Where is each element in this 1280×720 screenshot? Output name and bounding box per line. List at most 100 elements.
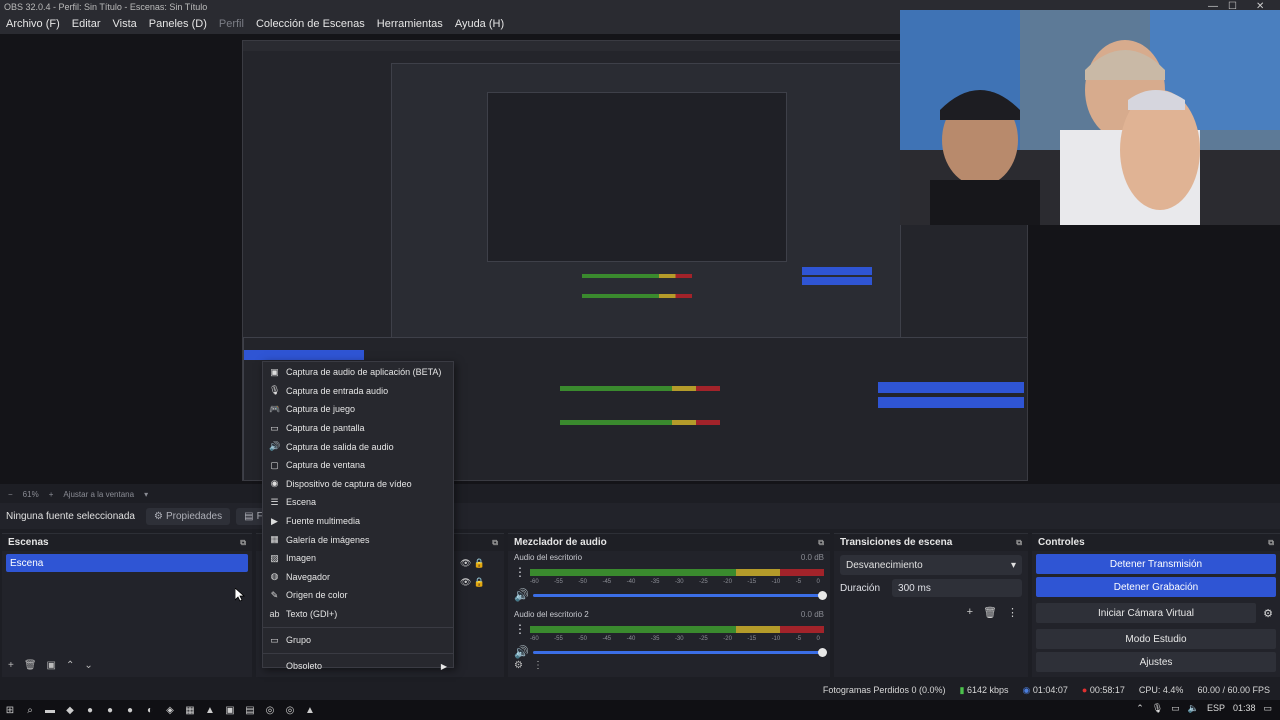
stop-stream-button[interactable]: Detener Transmisión bbox=[1036, 554, 1276, 574]
chevron-up-icon[interactable]: ⌃ bbox=[1136, 703, 1144, 714]
stop-recording-button[interactable]: Detener Grabación bbox=[1036, 577, 1276, 597]
nested-control-button bbox=[878, 397, 1024, 408]
filters-icon[interactable]: ▣ bbox=[47, 660, 56, 671]
menu-item-group[interactable]: ▭ Grupo bbox=[263, 627, 453, 649]
volume-slider[interactable] bbox=[532, 590, 827, 600]
menu-item-window-capture[interactable]: ▢ Captura de ventana bbox=[263, 456, 453, 475]
menu-item-image-slideshow[interactable]: ▦ Galería de imágenes bbox=[263, 530, 453, 549]
webcam-overlay bbox=[900, 10, 1280, 225]
menu-item-scene[interactable]: ☰ Escena bbox=[263, 493, 453, 512]
start-virtual-camera-button[interactable]: Iniciar Cámara Virtual bbox=[1036, 603, 1256, 623]
speaker-icon[interactable]: 🔊 bbox=[514, 645, 529, 659]
network-icon[interactable]: ▭ bbox=[1171, 703, 1180, 714]
list-icon: ☰ bbox=[270, 496, 279, 507]
zoom-level[interactable]: 61% bbox=[23, 490, 39, 499]
duration-spinbox[interactable]: 300 ms bbox=[892, 579, 1022, 597]
settings-button[interactable]: Ajustes bbox=[1036, 652, 1276, 672]
menu-coleccion-escenas[interactable]: Colección de Escenas bbox=[250, 18, 371, 30]
trash-icon[interactable]: 🗑 bbox=[983, 606, 997, 619]
app-icon[interactable]: ◈ bbox=[160, 705, 180, 716]
arrow-up-icon[interactable]: ⌃ bbox=[66, 660, 74, 671]
volume-slider-knob[interactable] bbox=[818, 647, 827, 657]
chevron-down-icon[interactable]: ▾ bbox=[144, 490, 148, 499]
app-icon[interactable]: ▲ bbox=[200, 705, 220, 716]
menu-perfil[interactable]: Perfil bbox=[213, 18, 250, 30]
notifications-icon[interactable]: ▭ bbox=[1263, 703, 1272, 714]
app-icon[interactable]: ● bbox=[80, 705, 100, 716]
menu-item-audio-output-capture[interactable]: 🔊 Captura de salida de audio bbox=[263, 437, 453, 456]
menu-vista[interactable]: Vista bbox=[107, 18, 143, 30]
fit-window-label[interactable]: Ajustar a la ventana bbox=[63, 490, 134, 499]
volume-slider-knob[interactable] bbox=[818, 590, 827, 600]
add-icon[interactable]: + bbox=[8, 660, 14, 671]
clock[interactable]: 01:38 bbox=[1233, 703, 1256, 714]
undock-icon[interactable]: ⧉ bbox=[818, 538, 824, 548]
search-icon[interactable]: ⌕ bbox=[20, 705, 40, 716]
obs-icon[interactable]: ◎ bbox=[260, 705, 280, 716]
zoom-out-icon[interactable]: − bbox=[8, 490, 13, 499]
menu-item-deprecated[interactable]: Obsoleto ▶ bbox=[263, 653, 453, 675]
transition-select[interactable]: Desvanecimiento ▾ bbox=[840, 555, 1022, 575]
gear-icon[interactable]: ⚙ bbox=[514, 660, 523, 671]
undock-icon[interactable]: ⧉ bbox=[1016, 538, 1022, 548]
menu-item-audio-input-capture[interactable]: 🎙 Captura de entrada audio bbox=[263, 382, 453, 401]
arrow-down-icon[interactable]: ⌄ bbox=[84, 660, 92, 671]
app-icon[interactable]: ▤ bbox=[240, 705, 260, 716]
app-icon[interactable]: ● bbox=[120, 705, 140, 716]
zoom-in-icon[interactable]: + bbox=[49, 490, 54, 499]
app-icon[interactable]: ◐ bbox=[140, 705, 160, 716]
transitions-toolbar: + 🗑 ⋮ bbox=[967, 606, 1018, 619]
kebab-menu-icon[interactable]: ⋮ bbox=[1007, 606, 1018, 619]
menu-item-image[interactable]: ▨ Imagen bbox=[263, 549, 453, 568]
menu-item-media-source[interactable]: ▶ Fuente multimedia bbox=[263, 512, 453, 531]
undock-icon[interactable]: ⧉ bbox=[492, 538, 498, 548]
speaker-icon: 🔊 bbox=[269, 441, 281, 452]
menu-item-browser[interactable]: ◍ Navegador bbox=[263, 568, 453, 587]
scene-item[interactable]: Escena bbox=[6, 554, 248, 572]
app-icon[interactable]: ● bbox=[100, 705, 120, 716]
menu-editar[interactable]: Editar bbox=[66, 18, 107, 30]
app-icon[interactable]: ▲ bbox=[300, 705, 320, 716]
speaker-icon[interactable]: 🔊 bbox=[514, 588, 529, 602]
scene-transitions-dock: Transiciones de escena ⧉ Desvanecimiento… bbox=[834, 533, 1028, 677]
app-icon[interactable]: ▦ bbox=[180, 705, 200, 716]
kebab-menu-icon[interactable]: ⋮ bbox=[514, 565, 526, 579]
gear-icon[interactable]: ⚙ bbox=[1260, 607, 1276, 620]
undock-icon[interactable]: ⧉ bbox=[1268, 538, 1274, 548]
undock-icon[interactable]: ⧉ bbox=[240, 538, 246, 548]
kebab-menu-icon[interactable]: ⋮ bbox=[533, 660, 543, 671]
volume-icon[interactable]: 🔈 bbox=[1188, 703, 1199, 714]
menu-archivo[interactable]: Archivo (F) bbox=[0, 18, 66, 30]
volume-slider[interactable] bbox=[532, 647, 827, 657]
add-icon[interactable]: + bbox=[967, 606, 973, 619]
menu-item-game-capture[interactable]: 🎮 Captura de juego bbox=[263, 400, 453, 419]
nested-scene-item bbox=[244, 350, 364, 360]
obs-icon[interactable]: ◎ bbox=[280, 705, 300, 716]
menu-item-display-capture[interactable]: ▭ Captura de pantalla bbox=[263, 419, 453, 438]
eye-icon[interactable]: 👁 🔒 bbox=[460, 558, 485, 569]
microphone-icon[interactable]: 🎙 bbox=[1152, 703, 1163, 714]
menu-herramientas[interactable]: Herramientas bbox=[371, 18, 449, 30]
menu-item-video-capture-device[interactable]: ◉ Dispositivo de captura de vídeo bbox=[263, 475, 453, 494]
app-icon[interactable]: ◆ bbox=[60, 705, 80, 716]
eye-icon[interactable]: 👁 🔒 bbox=[460, 577, 485, 588]
globe-icon: ◍ bbox=[270, 571, 279, 582]
menu-item-color-source[interactable]: ✎ Origen de color bbox=[263, 586, 453, 605]
menu-item-text-gdi[interactable]: ab Texto (GDI+) bbox=[263, 605, 453, 624]
image-icon: ▨ bbox=[270, 552, 279, 563]
webcam-image bbox=[900, 10, 1280, 225]
folder-icon[interactable]: ▬ bbox=[40, 705, 60, 716]
menu-ayuda[interactable]: Ayuda (H) bbox=[449, 18, 510, 30]
trash-icon[interactable]: 🗑 bbox=[24, 660, 37, 671]
app-icon[interactable]: ▣ bbox=[220, 705, 240, 716]
language-indicator[interactable]: ESP bbox=[1207, 703, 1225, 714]
kebab-menu-icon[interactable]: ⋮ bbox=[514, 622, 526, 636]
menu-paneles[interactable]: Paneles (D) bbox=[143, 18, 213, 30]
menu-item-app-audio-capture[interactable]: ▣ Captura de audio de aplicación (BETA) bbox=[263, 363, 453, 382]
properties-button[interactable]: ⚙ Propiedades bbox=[146, 507, 231, 525]
channel-db: 0.0 dB bbox=[800, 610, 824, 619]
monitor-icon: ▭ bbox=[270, 422, 279, 433]
start-icon[interactable]: ⊞ bbox=[0, 705, 20, 716]
menu-item-label: Origen de color bbox=[286, 590, 348, 601]
studio-mode-button[interactable]: Modo Estudio bbox=[1036, 629, 1276, 649]
